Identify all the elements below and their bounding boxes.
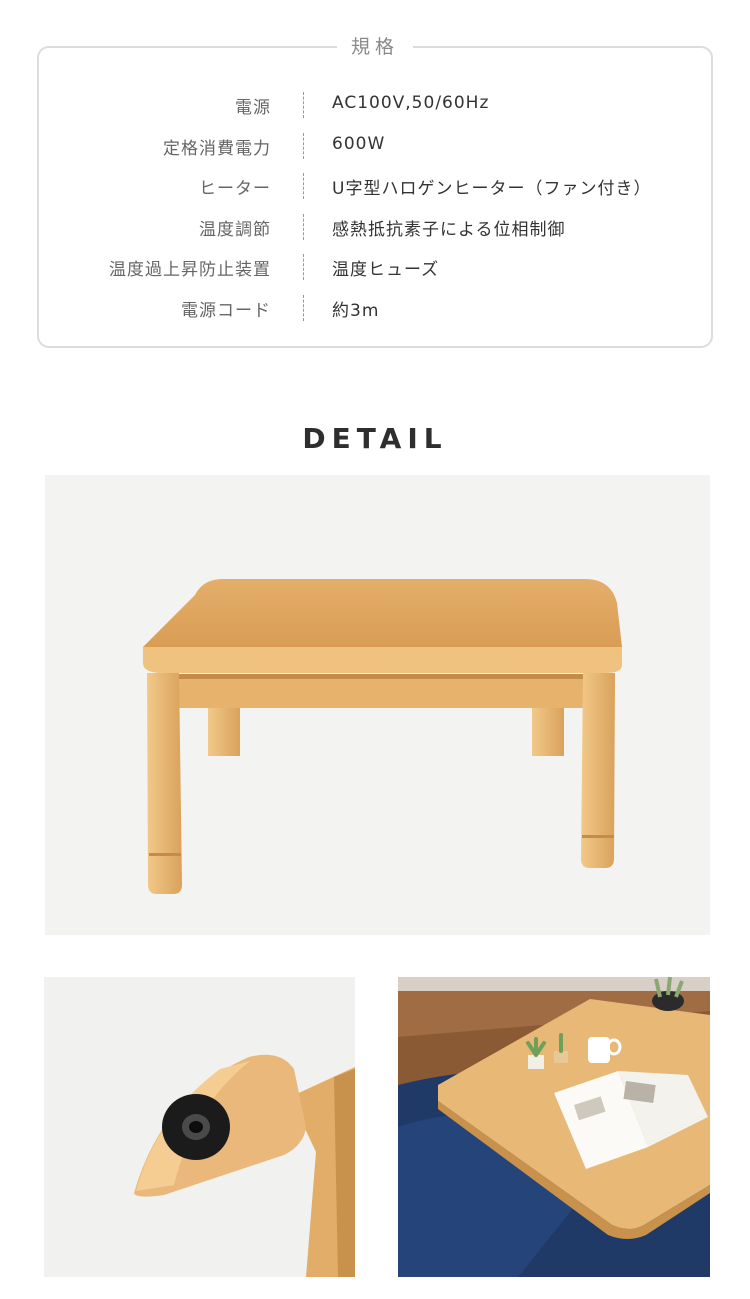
- spec-divider: [303, 92, 304, 118]
- spec-box: 規格 電源 AC100V,50/60Hz 定格消費電力 600W ヒーター U字…: [37, 34, 713, 348]
- spec-divider: [303, 132, 304, 159]
- spec-row: 定格消費電力 600W: [39, 127, 711, 168]
- spec-value: 約3m: [332, 300, 380, 321]
- spec-row: 温度調節 感熱抵抗素子による位相制御: [39, 208, 711, 249]
- spec-row: ヒーター U字型ハロゲンヒーター（ファン付き）: [39, 167, 711, 208]
- spec-divider: [303, 254, 304, 280]
- spec-divider: [303, 173, 304, 199]
- spec-table: 電源 AC100V,50/60Hz 定格消費電力 600W ヒーター U字型ハロ…: [39, 86, 711, 329]
- spec-value: AC100V,50/60Hz: [332, 93, 490, 113]
- spec-value: 600W: [332, 133, 386, 154]
- product-photo-leg-detail: [44, 977, 355, 1277]
- spec-label: 温度過上昇防止装置: [109, 260, 271, 280]
- spec-label: 温度調節: [199, 219, 271, 240]
- detail-heading: DETAIL: [302, 422, 448, 455]
- spec-value: U字型ハロゲンヒーター（ファン付き）: [332, 179, 652, 199]
- spec-label: 電源: [235, 98, 271, 118]
- spec-label: ヒーター: [199, 179, 271, 199]
- spec-label: 電源コード: [181, 300, 271, 321]
- product-photo-table: [45, 475, 710, 935]
- spec-divider: [303, 213, 304, 240]
- spec-row: 電源 AC100V,50/60Hz: [39, 86, 711, 127]
- spec-value: 温度ヒューズ: [332, 260, 440, 280]
- spec-divider: [303, 294, 304, 321]
- spec-title: 規格: [336, 34, 414, 60]
- spec-value: 感熱抵抗素子による位相制御: [332, 219, 566, 240]
- spec-row: 電源コード 約3m: [39, 289, 711, 330]
- product-photo-room-scene: [398, 977, 710, 1277]
- spec-label: 定格消費電力: [163, 138, 271, 159]
- spec-row: 温度過上昇防止装置 温度ヒューズ: [39, 248, 711, 289]
